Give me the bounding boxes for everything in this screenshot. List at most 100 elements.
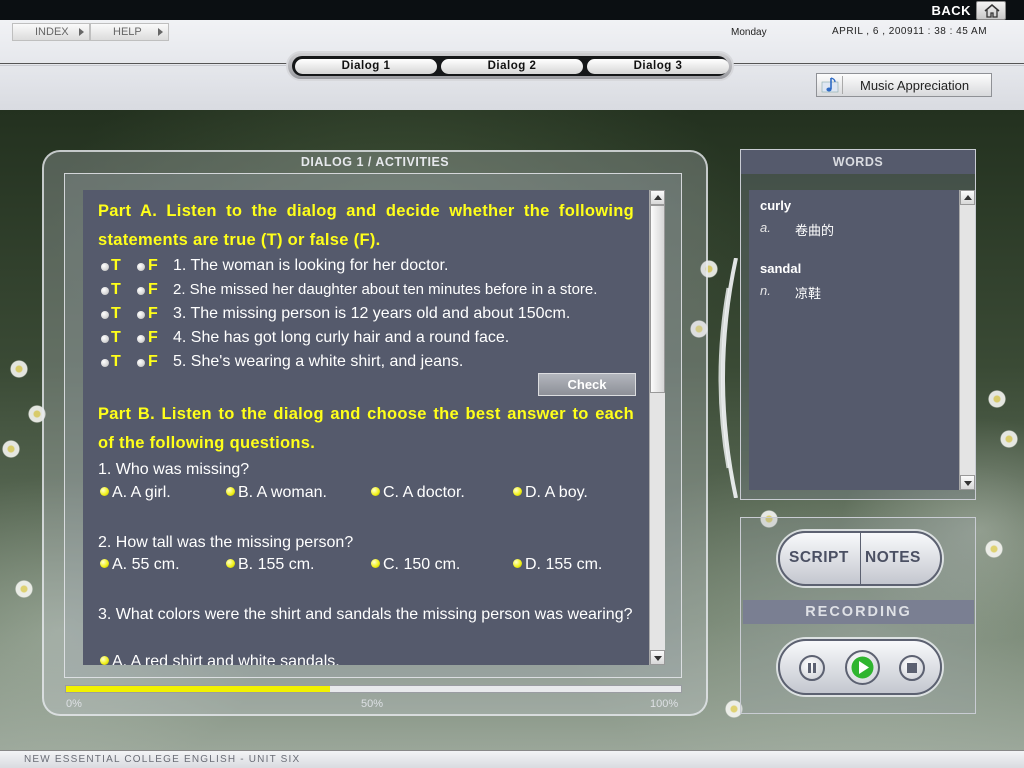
statement-text: 1. The woman is looking for her doctor. — [173, 257, 449, 274]
music-appreciation-label: Music Appreciation — [860, 78, 970, 93]
flower-decoration — [988, 390, 1006, 408]
false-radio[interactable] — [137, 335, 145, 343]
word-pos: n. — [760, 283, 771, 298]
false-label: F — [148, 281, 158, 298]
statement-row: T F 4. She has got long curly hair and a… — [100, 328, 645, 350]
pause-button[interactable] — [799, 655, 825, 681]
word-term: curly — [760, 198, 792, 213]
index-button[interactable]: INDEX — [12, 23, 90, 41]
datetime-label: APRIL , 6 , 200911 : 38 : 45 AM — [832, 26, 988, 37]
pause-icon — [808, 663, 816, 673]
music-appreciation-button[interactable]: Music Appreciation — [816, 73, 992, 97]
house-icon — [984, 4, 1000, 18]
answer-option[interactable]: B. A woman. — [226, 484, 327, 502]
true-radio[interactable] — [101, 359, 109, 367]
day-label: Monday — [731, 27, 767, 38]
answer-option[interactable]: C. 150 cm. — [371, 556, 460, 574]
flower-decoration — [10, 360, 28, 378]
statement-row: T F 2. She missed her daughter about ten… — [100, 280, 645, 302]
index-label: INDEX — [35, 26, 69, 38]
activity-content[interactable]: Part A. Listen to the dialog and decide … — [83, 190, 649, 665]
play-button[interactable] — [845, 650, 880, 685]
question-text: 2. How tall was the missing person? — [98, 534, 354, 551]
progress-label-start: 0% — [66, 698, 82, 710]
flower-decoration — [15, 580, 33, 598]
scroll-track[interactable] — [960, 205, 975, 473]
answer-option[interactable]: A. A red shirt and white sandals. — [100, 653, 340, 665]
tab-dialog-3[interactable]: Dialog 3 — [587, 59, 729, 74]
option-dot-icon — [513, 487, 522, 496]
statement-text: 2. She missed her daughter about ten min… — [173, 281, 598, 298]
home-button[interactable] — [976, 1, 1006, 20]
true-radio[interactable] — [101, 335, 109, 343]
false-radio[interactable] — [137, 311, 145, 319]
option-dot-icon — [371, 559, 380, 568]
progress-bar — [65, 685, 682, 693]
option-label: D. A boy. — [525, 484, 588, 501]
statement-text: 3. The missing person is 12 years old an… — [173, 305, 571, 322]
answer-option[interactable]: A. A girl. — [100, 484, 171, 502]
true-radio[interactable] — [101, 263, 109, 271]
header: INDEX HELP Monday APRIL , 6 , 200911 : 3… — [0, 20, 1024, 110]
progress-fill — [66, 686, 331, 692]
option-dot-icon — [226, 487, 235, 496]
answer-option[interactable]: B. 155 cm. — [226, 556, 314, 574]
stop-button[interactable] — [899, 655, 925, 681]
notes-button[interactable]: NOTES — [865, 549, 921, 567]
chevron-left-icon — [718, 258, 738, 498]
true-radio[interactable] — [101, 311, 109, 319]
scroll-down-button[interactable] — [960, 475, 975, 490]
help-button[interactable]: HELP — [90, 23, 169, 41]
false-radio[interactable] — [137, 287, 145, 295]
false-label: F — [148, 257, 158, 274]
back-button[interactable]: BACK — [931, 3, 971, 18]
scroll-down-button[interactable] — [650, 650, 665, 665]
statement-row: T F 1. The woman is looking for her doct… — [100, 256, 645, 278]
option-label: B. 155 cm. — [238, 556, 315, 573]
answer-option[interactable]: D. 155 cm. — [513, 556, 602, 574]
script-button[interactable]: SCRIPT — [789, 549, 849, 567]
word-term: sandal — [760, 261, 802, 276]
check-button[interactable]: Check — [538, 373, 636, 396]
footer: NEW ESSENTIAL COLLEGE ENGLISH - UNIT SIX — [0, 750, 1024, 768]
statement-text: 4. She has got long curly hair and a rou… — [173, 329, 510, 346]
help-label: HELP — [113, 26, 142, 38]
word-pos: a. — [760, 220, 771, 235]
scroll-thumb[interactable] — [650, 205, 665, 393]
answer-option[interactable]: A. 55 cm. — [100, 556, 180, 574]
question-text: 1. Who was missing? — [98, 461, 250, 478]
script-notes-divider — [860, 531, 861, 586]
activity-scrollbar[interactable] — [649, 190, 665, 665]
words-scrollbar[interactable] — [959, 190, 975, 490]
false-label: F — [148, 353, 158, 370]
option-dot-icon — [371, 487, 380, 496]
play-icon — [851, 656, 874, 679]
true-radio[interactable] — [101, 287, 109, 295]
true-label: T — [111, 305, 121, 322]
answer-option[interactable]: D. A boy. — [513, 484, 588, 502]
flower-decoration — [985, 540, 1003, 558]
option-label: C. 150 cm. — [383, 556, 461, 573]
statement-text: 5. She's wearing a white shirt, and jean… — [173, 353, 464, 370]
answer-option[interactable]: C. A doctor. — [371, 484, 465, 502]
scroll-up-button[interactable] — [960, 190, 975, 205]
word-definition: 凉鞋 — [795, 286, 822, 301]
false-radio[interactable] — [137, 359, 145, 367]
false-radio[interactable] — [137, 263, 145, 271]
words-panel-title: WORDS — [741, 150, 975, 174]
option-dot-icon — [100, 487, 109, 496]
false-label: F — [148, 305, 158, 322]
scroll-up-button[interactable] — [650, 190, 665, 205]
option-label: D. 155 cm. — [525, 556, 603, 573]
option-dot-icon — [100, 559, 109, 568]
stop-icon — [907, 663, 917, 673]
dialog-tab-track: Dialog 1 Dialog 2 Dialog 3 — [292, 56, 729, 76]
tab-dialog-2[interactable]: Dialog 2 — [441, 59, 583, 74]
tab-dialog-1[interactable]: Dialog 1 — [295, 59, 437, 74]
words-list[interactable]: curly a. 卷曲的 sandal n. 凉鞋 — [749, 190, 959, 490]
word-definition: 卷曲的 — [795, 223, 835, 238]
option-label: A. A red shirt and white sandals. — [112, 653, 340, 665]
false-label: F — [148, 329, 158, 346]
activity-panel-title: DIALOG 1 / ACTIVITIES — [300, 155, 450, 169]
true-label: T — [111, 329, 121, 346]
